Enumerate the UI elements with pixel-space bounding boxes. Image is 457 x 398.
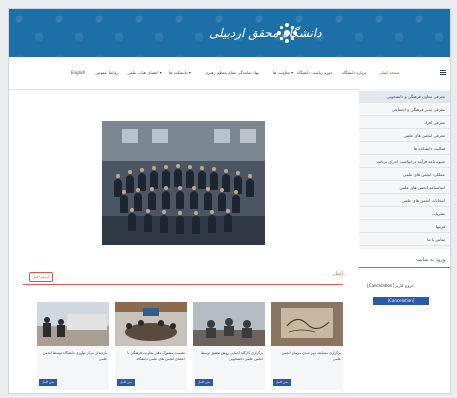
nav-item-about[interactable]: درباره دانشگاه <box>342 70 366 75</box>
sidebar-item-statute[interactable]: اساسنامه انجمن های علمی <box>359 182 450 194</box>
photo-window <box>214 129 230 143</box>
university-logo-icon[interactable] <box>275 21 299 45</box>
photo-person <box>176 186 184 209</box>
sidebar-item-label: معرفی معاون فرهنگی و دانشجویی <box>386 94 445 99</box>
sidebar-item-forms[interactable]: فرمها <box>359 221 450 233</box>
photo-window <box>152 129 168 143</box>
photo-person <box>198 166 206 189</box>
photo-person <box>246 174 254 197</box>
login-panel: ورود به سایت [Cancelation] خروج کاربر [C… <box>359 255 450 315</box>
sidebar-item-cultural-manager[interactable]: معرفی مدیر فرهنگی و اجتماعی <box>359 104 450 116</box>
news-title: اخبار <box>333 271 343 277</box>
sidebar-item-elections[interactable]: انتخابات انجمن های علمی <box>359 195 450 207</box>
read-more-button[interactable]: متن کامل <box>117 379 135 386</box>
login-divider <box>359 267 450 268</box>
news-thumbnail[interactable] <box>193 302 265 346</box>
sidebar-item-associations[interactable]: معرفی انجمن های علمی <box>359 130 450 142</box>
sidebar-item-label: انتخابات انجمن های علمی <box>401 198 445 203</box>
news-thumbnail[interactable] <box>37 302 109 346</box>
sidebar-menu: معرفی معاون فرهنگی و دانشجویی معرفی مدیر… <box>359 89 450 249</box>
sidebar-item-people[interactable]: معرفی افراد <box>359 117 450 129</box>
photo-person <box>160 210 168 233</box>
sidebar-item-contact[interactable]: تماس با ما <box>359 234 450 246</box>
sidebar-item-label: معرفی افراد <box>424 120 445 125</box>
news-card[interactable]: برگزاری مسابقه دوم شدن مربیان انجمن علمی… <box>271 302 343 390</box>
photo-person <box>128 208 136 231</box>
photo-person <box>148 187 156 210</box>
news-divider <box>23 284 343 285</box>
read-more-button[interactable]: متن کامل <box>195 379 213 386</box>
photo-person <box>174 164 182 187</box>
sidebar-item-label: تماس با ما <box>427 237 445 242</box>
news-card[interactable]: بازدید از مرکز نوآوری دانشگاه توسط انجمن… <box>37 302 109 390</box>
sidebar-item-label: شیوه نامه فرآیند درخواست اجرای برنامه <box>377 159 445 164</box>
photo-person <box>162 186 170 209</box>
nav-item-deputies[interactable]: معاونت ها ▾ <box>273 70 293 75</box>
sidebar-item-faculty-activities[interactable]: فعالیت دانشکده ها <box>359 143 450 155</box>
hero-group-photo[interactable] <box>102 121 265 245</box>
photo-person <box>224 209 232 232</box>
news-archive-button[interactable]: آرشیو اخبار <box>29 272 53 282</box>
nav-item-english[interactable]: English <box>71 70 85 75</box>
nav-item-leader-representation[interactable]: نهاد نمایندگی مقام معظم رهبری <box>205 70 259 75</box>
nav-item-faculty-members[interactable]: اعضای هیات علمی ▾ <box>127 70 162 75</box>
photo-person <box>144 209 152 232</box>
photo-person <box>204 187 212 210</box>
news-caption[interactable]: بازدید از مرکز نوآوری دانشگاه توسط انجمن… <box>39 350 107 362</box>
nav-item-faculties[interactable]: دانشکده ها ▾ <box>169 70 191 75</box>
photo-window <box>240 129 256 143</box>
photo-person <box>126 170 134 193</box>
news-card[interactable]: نشست مشترک دفتر معاونت فرهنگی با اعضای ا… <box>115 302 187 390</box>
sidebar-item-label: نشریات <box>432 211 445 216</box>
sidebar-item-label: فعالیت دانشکده ها <box>413 146 445 151</box>
sidebar-item-publications[interactable]: نشریات <box>359 208 450 220</box>
sidebar-item-label: فرمها <box>435 224 445 229</box>
nav-item-home[interactable]: صفحه اصلی <box>379 70 400 75</box>
sidebar-item-cultural-deputy[interactable]: معرفی معاون فرهنگی و دانشجویی <box>359 91 450 103</box>
photo-person <box>192 211 200 234</box>
photo-person <box>218 188 226 211</box>
photo-person <box>208 210 216 233</box>
site-banner: دانشگاه محقق اردبیلی <box>9 9 450 57</box>
logout-link[interactable]: [Cancelation] خروج کاربر <box>367 283 414 288</box>
nav-item-presidency[interactable]: حوزه ریاست دانشگاه <box>297 70 333 75</box>
photo-person <box>176 211 184 234</box>
sidebar-item-program-request[interactable]: شیوه نامه فرآیند درخواست اجرای برنامه <box>359 156 450 168</box>
news-thumbnail[interactable] <box>271 302 343 346</box>
news-thumbnail[interactable] <box>115 302 187 346</box>
login-title: ورود به سایت <box>416 257 445 263</box>
login-button[interactable]: [Cancelation] <box>373 297 429 305</box>
photo-person <box>114 174 122 197</box>
news-header: اخبار آرشیو اخبار <box>23 271 343 285</box>
menu-icon[interactable] <box>440 70 446 75</box>
nav-item-public-relations[interactable]: روابط عمومی <box>95 70 118 75</box>
sidebar-item-label: عملکرد انجمن های علمی <box>402 172 445 177</box>
browser-page: دانشگاه محقق اردبیلی English روابط عمومی… <box>8 8 451 394</box>
news-card[interactable]: برگزاری کارگاه آشنایی روش تحقیق توسط انج… <box>193 302 265 390</box>
photo-person <box>134 188 142 211</box>
photo-person <box>232 190 240 213</box>
main-navbar: English روابط عمومی اعضای هیات علمی ▾ دا… <box>9 59 450 90</box>
sidebar-item-label: اساسنامه انجمن های علمی <box>399 185 445 190</box>
read-more-button[interactable]: متن کامل <box>273 379 291 386</box>
news-caption[interactable]: نشست مشترک دفتر معاونت فرهنگی با اعضای ا… <box>117 350 185 362</box>
sidebar-item-label: معرفی مدیر فرهنگی و اجتماعی <box>391 107 445 112</box>
photo-person <box>120 190 128 213</box>
sidebar-item-association-performance[interactable]: عملکرد انجمن های علمی <box>359 169 450 181</box>
news-caption[interactable]: برگزاری مسابقه دوم شدن مربیان انجمن علمی <box>273 350 341 362</box>
site-logo-text[interactable]: دانشگاه محقق اردبیلی <box>209 23 322 43</box>
sidebar-item-label: معرفی انجمن های علمی <box>403 133 445 138</box>
read-more-button[interactable]: متن کامل <box>39 379 57 386</box>
news-caption[interactable]: برگزاری کارگاه آشنایی روش تحقیق توسط انج… <box>195 350 263 362</box>
photo-person <box>210 167 218 190</box>
photo-window <box>122 129 138 143</box>
photo-person <box>190 186 198 209</box>
